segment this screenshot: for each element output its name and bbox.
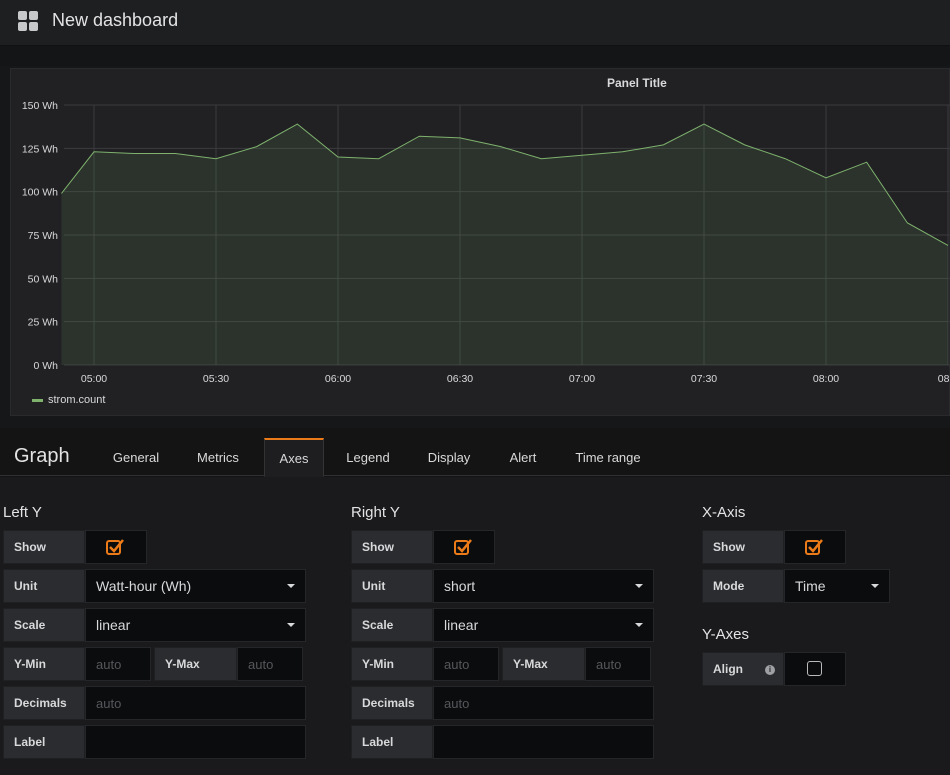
- right-y-ymax-input[interactable]: auto: [585, 647, 651, 681]
- tab-metrics[interactable]: Metrics: [182, 438, 254, 477]
- left-y-label-input[interactable]: [85, 725, 306, 759]
- tab-axes[interactable]: Axes: [264, 438, 324, 477]
- left-y-ymin-input[interactable]: auto: [85, 647, 151, 681]
- x-axis-mode-value: Time: [795, 578, 826, 594]
- left-y-scale-select[interactable]: linear: [85, 608, 306, 642]
- x-tick-label: 06:00: [325, 373, 351, 385]
- caret-down-icon: [635, 584, 643, 588]
- right-y-show-label: Show: [351, 530, 433, 564]
- left-y-ymax-input[interactable]: auto: [237, 647, 303, 681]
- x-tick-label: 07:00: [569, 373, 595, 385]
- checkbox-checked-icon: [454, 539, 472, 555]
- tab-legend[interactable]: Legend: [334, 438, 402, 477]
- right-y-label-label: Label: [351, 725, 433, 759]
- y-tick-label: 75 Wh: [28, 230, 59, 242]
- checkbox-checked-icon: [805, 539, 823, 555]
- left-y-scale-value: linear: [96, 617, 131, 633]
- right-y-decimals-label: Decimals: [351, 686, 433, 720]
- tab-alert[interactable]: Alert: [496, 438, 550, 477]
- caret-down-icon: [287, 584, 295, 588]
- right-y-unit-value: short: [444, 578, 476, 594]
- x-axis-show-checkbox[interactable]: [784, 530, 846, 564]
- caret-down-icon: [871, 584, 879, 588]
- editor-header: Graph General Metrics Axes Legend Displa…: [0, 428, 950, 477]
- legend-series-name[interactable]: strom.count: [48, 394, 105, 406]
- y-tick-label: 100 Wh: [22, 187, 58, 199]
- right-y-unit-select[interactable]: short: [433, 569, 654, 603]
- left-y-label-label: Label: [3, 725, 85, 759]
- x-tick-label: 07:30: [691, 373, 717, 385]
- left-y-decimals-label: Decimals: [3, 686, 85, 720]
- y-axes-align-label-text: Align: [713, 662, 743, 676]
- caret-down-icon: [635, 623, 643, 627]
- y-axes-align-label: Align i: [702, 652, 784, 686]
- left-y-show-checkbox[interactable]: [85, 530, 147, 564]
- x-tick-label: 05:00: [81, 373, 107, 385]
- tab-time-range[interactable]: Time range: [562, 438, 654, 477]
- caret-down-icon: [287, 623, 295, 627]
- right-y-ymax-label: Y-Max: [502, 647, 585, 681]
- left-y-show-label: Show: [3, 530, 85, 564]
- right-y-scale-value: linear: [444, 617, 479, 633]
- apps-grid-icon[interactable]: [18, 11, 38, 31]
- x-axis-mode-label: Mode: [702, 569, 784, 603]
- right-y-decimals-input[interactable]: auto: [433, 686, 654, 720]
- checkbox-checked-icon: [106, 539, 124, 555]
- left-y-decimals-input[interactable]: auto: [85, 686, 306, 720]
- x-tick-label: 06:30: [447, 373, 473, 385]
- right-y-unit-label: Unit: [351, 569, 433, 603]
- y-tick-label: 25 Wh: [28, 317, 59, 329]
- graph-chart[interactable]: 0 Wh 25 Wh 50 Wh 75 Wh 100 Wh 125 Wh 150 Wh 05:…: [11, 69, 950, 417]
- y-axes-align-checkbox[interactable]: [784, 652, 846, 686]
- info-icon[interactable]: i: [765, 665, 775, 675]
- series-area: [61, 124, 948, 365]
- x-tick-label: 08:3: [938, 373, 950, 385]
- editor-title: Graph: [14, 445, 70, 467]
- left-y-unit-value: Watt-hour (Wh): [96, 578, 192, 594]
- right-y-scale-label: Scale: [351, 608, 433, 642]
- dashboard-title[interactable]: New dashboard: [52, 10, 178, 31]
- legend-swatch: [32, 398, 43, 402]
- legend[interactable]: strom.count: [32, 394, 105, 406]
- left-y-unit-label: Unit: [3, 569, 85, 603]
- left-y-title: Left Y: [3, 504, 42, 521]
- y-tick-label: 150 Wh: [22, 100, 58, 112]
- right-y-label-input[interactable]: [433, 725, 654, 759]
- left-y-unit-select[interactable]: Watt-hour (Wh): [85, 569, 306, 603]
- y-tick-label: 50 Wh: [28, 273, 59, 285]
- left-y-ymax-label: Y-Max: [154, 647, 237, 681]
- right-y-title: Right Y: [351, 504, 400, 521]
- right-y-show-checkbox[interactable]: [433, 530, 495, 564]
- y-axes-title: Y-Axes: [702, 626, 749, 643]
- right-y-scale-select[interactable]: linear: [433, 608, 654, 642]
- axes-options: Left Y Show Unit Watt-hour (Wh) Scale li…: [0, 477, 950, 775]
- tab-display[interactable]: Display: [414, 438, 484, 477]
- x-axis-mode-select[interactable]: Time: [784, 569, 890, 603]
- left-y-scale-label: Scale: [3, 608, 85, 642]
- dashboard-background: [0, 46, 950, 66]
- panel-editor: Graph General Metrics Axes Legend Displa…: [0, 428, 950, 775]
- left-y-ymin-label: Y-Min: [3, 647, 85, 681]
- x-tick-label: 05:30: [203, 373, 229, 385]
- tab-general[interactable]: General: [100, 438, 172, 477]
- x-tick-label: 08:00: [813, 373, 839, 385]
- graph-panel[interactable]: Panel Title 0 Wh 25 Wh 50 Wh 75 Wh 100 Wh 125…: [10, 68, 950, 416]
- y-tick-label: 125 Wh: [22, 143, 58, 155]
- right-y-ymin-input[interactable]: auto: [433, 647, 499, 681]
- checkbox-unchecked-icon: [807, 661, 822, 676]
- y-tick-label: 0 Wh: [33, 360, 58, 372]
- right-y-ymin-label: Y-Min: [351, 647, 433, 681]
- x-axis-title: X-Axis: [702, 504, 746, 521]
- x-axis-show-label: Show: [702, 530, 784, 564]
- top-navbar: New dashboard: [0, 0, 950, 46]
